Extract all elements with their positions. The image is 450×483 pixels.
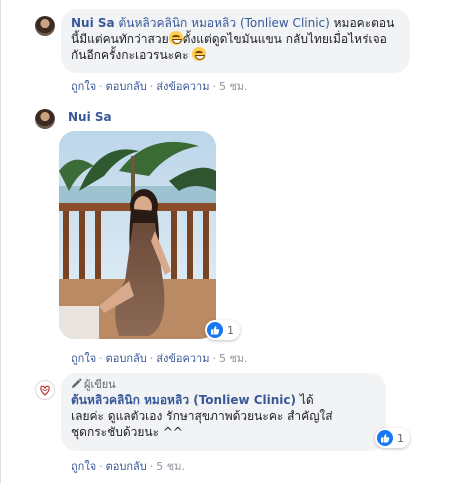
comment-text-part3: ชุดกระชับด้วยนะ ^^ — [71, 425, 183, 439]
comment-photo[interactable] — [59, 131, 216, 339]
reply-link[interactable]: ตอบกลับ — [106, 352, 147, 365]
reply-link[interactable]: ตอบกลับ — [106, 460, 147, 473]
author-badge-label: ผู้เขียน — [84, 378, 116, 391]
clinic-logo-icon — [40, 385, 50, 396]
like-link[interactable]: ถูกใจ — [71, 460, 96, 473]
mentioned-page-link[interactable]: ต้นหลิวคลินิก หมอหลิว (Tonliew Clinic) — [118, 16, 329, 30]
reply-link[interactable]: ตอบกลับ — [106, 80, 147, 93]
reaction-count[interactable]: 1 — [205, 320, 240, 340]
comment-actions: ถูกใจ · ตอบกลับ · ส่งข้อความ · 5 ชม. — [71, 80, 248, 93]
timestamp[interactable]: 5 ชม. — [219, 80, 248, 93]
avatar[interactable] — [35, 380, 55, 400]
reaction-count[interactable]: 1 — [375, 428, 410, 448]
like-link[interactable]: ถูกใจ — [71, 80, 96, 93]
like-icon — [377, 430, 393, 446]
comment-actions: ถูกใจ · ตอบกลับ · 5 ชม. — [71, 460, 185, 473]
smile-emoji-icon — [168, 31, 183, 45]
comment-bubble: Nui Sa ต้นหลิวคลินิก หมอหลิว (Tonliew Cl… — [61, 9, 410, 73]
timestamp[interactable]: 5 ชม. — [219, 352, 248, 365]
reaction-count-value: 1 — [397, 431, 404, 445]
comment-text-part1: ได้ — [296, 393, 314, 407]
like-link[interactable]: ถูกใจ — [71, 352, 96, 365]
left-border — [0, 0, 1, 483]
comment-author-row: Nui Sa — [68, 110, 112, 124]
comment-bubble: ผู้เขียน ต้นหลิวคลินิก หมอหลิว (Tonliew … — [61, 373, 386, 451]
comment-text: Nui Sa ต้นหลิวคลินิก หมอหลิว (Tonliew Cl… — [71, 15, 400, 63]
avatar[interactable] — [35, 16, 55, 36]
reaction-count-value: 1 — [227, 323, 234, 337]
comment-author[interactable]: Nui Sa — [68, 110, 112, 124]
comment-author[interactable]: Nui Sa — [71, 16, 115, 30]
timestamp[interactable]: 5 ชม. — [156, 460, 185, 473]
avatar[interactable] — [35, 109, 55, 129]
comment-text-part2: เลยค่ะ ดูแลตัวเอง รักษาสุขภาพด้วยนะคะ สำ… — [71, 409, 333, 423]
smile-emoji-icon — [192, 47, 207, 61]
comment-actions: ถูกใจ · ตอบกลับ · ส่งข้อความ · 5 ชม. — [71, 352, 248, 365]
send-message-link[interactable]: ส่งข้อความ — [156, 352, 209, 365]
like-icon — [207, 322, 223, 338]
pen-icon — [71, 378, 82, 389]
comment-text: ต้นหลิวคลินิก หมอหลิว (Tonliew Clinic) ไ… — [71, 392, 376, 440]
author-badge: ผู้เขียน — [71, 377, 376, 392]
send-message-link[interactable]: ส่งข้อความ — [156, 80, 209, 93]
comment-author[interactable]: ต้นหลิวคลินิก หมอหลิว (Tonliew Clinic) — [71, 393, 296, 407]
